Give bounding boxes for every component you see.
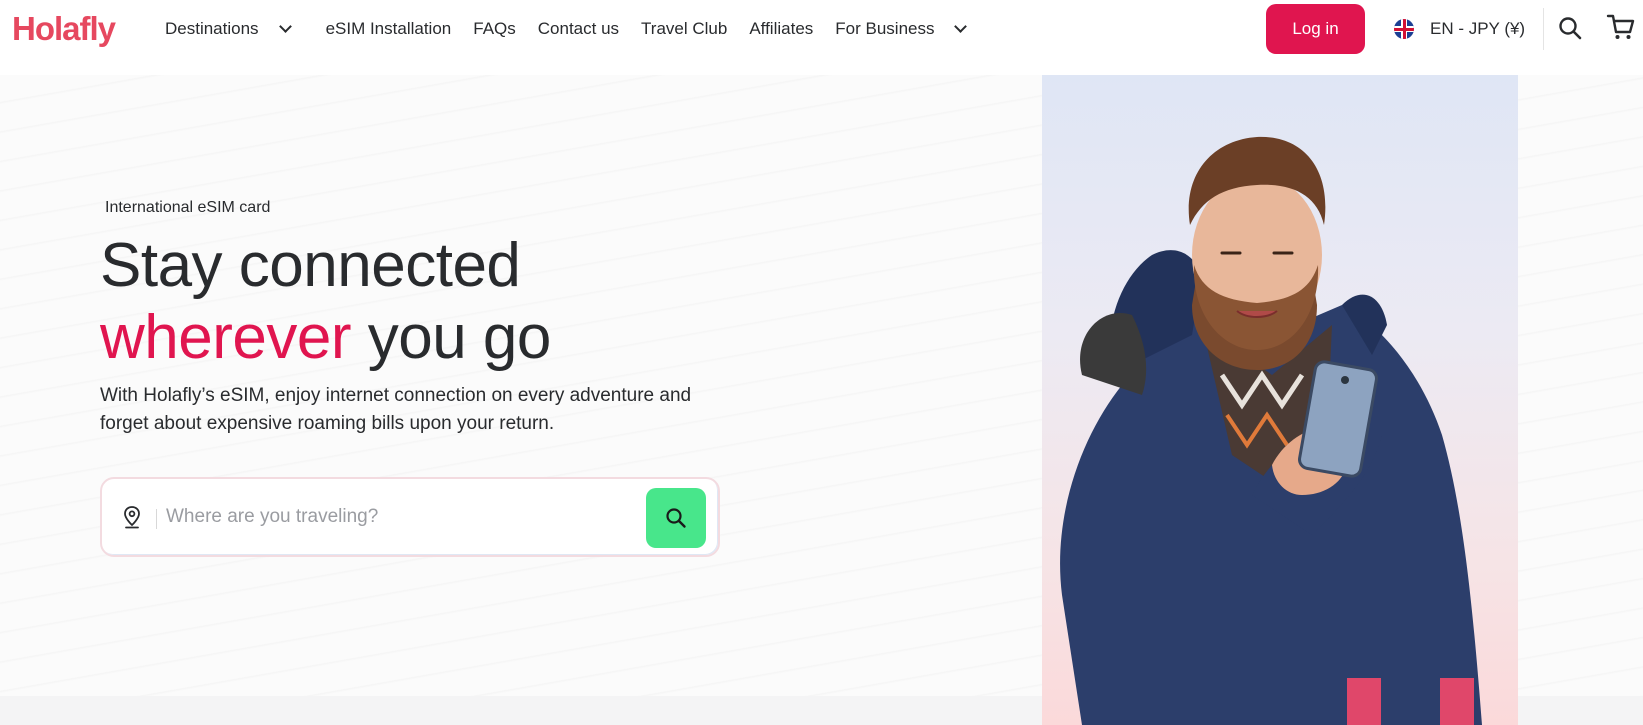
nav-faqs-label: FAQs (473, 19, 516, 38)
nav-for-business-label: For Business (835, 19, 935, 38)
hero-title-line1: Stay connected (100, 231, 521, 300)
nav-destinations[interactable]: Destinations (165, 19, 292, 39)
hero-subtitle: With Holafly’s eSIM, enjoy internet conn… (100, 385, 692, 434)
header-divider (1543, 8, 1544, 50)
nav-contact-us[interactable]: Contact us (538, 19, 619, 39)
chevron-down-icon (278, 20, 292, 33)
chevron-down-icon (954, 20, 968, 33)
hero-title-rest: you go (351, 303, 552, 372)
hero-traveler-photo (1042, 75, 1518, 725)
main-nav: Destinations eSIM Installation FAQs Cont… (165, 0, 987, 58)
nav-for-business[interactable]: For Business (835, 19, 968, 39)
uk-flag-icon (1394, 19, 1414, 39)
cart-icon[interactable] (1606, 12, 1636, 42)
nav-faqs[interactable]: FAQs (473, 19, 516, 39)
nav-affiliates-label: Affiliates (749, 19, 814, 38)
destination-search (100, 477, 720, 557)
hero-eyebrow: International eSIM card (105, 199, 271, 216)
hero-title-accent: wherever (100, 303, 352, 372)
language-currency-selector[interactable]: EN - JPY (¥) (1394, 16, 1525, 42)
search-separator (156, 509, 157, 529)
search-icon (666, 508, 686, 528)
site-header: Holafly Destinations eSIM Installation F… (0, 0, 1643, 58)
nav-travel-club[interactable]: Travel Club (641, 19, 727, 39)
location-pin-icon (124, 506, 140, 529)
search-submit-button[interactable] (646, 488, 706, 548)
traveler-illustration (1060, 136, 1482, 725)
hero-title: Stay connected wherever you go (100, 230, 551, 374)
nav-esim-installation-label: eSIM Installation (325, 19, 452, 38)
holafly-logo[interactable]: Holafly (12, 9, 116, 49)
nav-affiliates[interactable]: Affiliates (749, 19, 813, 39)
language-currency-label: EN - JPY (¥) (1430, 19, 1526, 38)
nav-destinations-label: Destinations (165, 19, 259, 38)
nav-esim-installation[interactable]: eSIM Installation (326, 19, 452, 39)
search-icon[interactable] (1556, 14, 1584, 42)
nav-contact-us-label: Contact us (537, 19, 620, 38)
login-button[interactable]: Log in (1266, 4, 1365, 54)
nav-travel-club-label: Travel Club (641, 19, 728, 38)
destination-search-input[interactable] (166, 497, 636, 537)
